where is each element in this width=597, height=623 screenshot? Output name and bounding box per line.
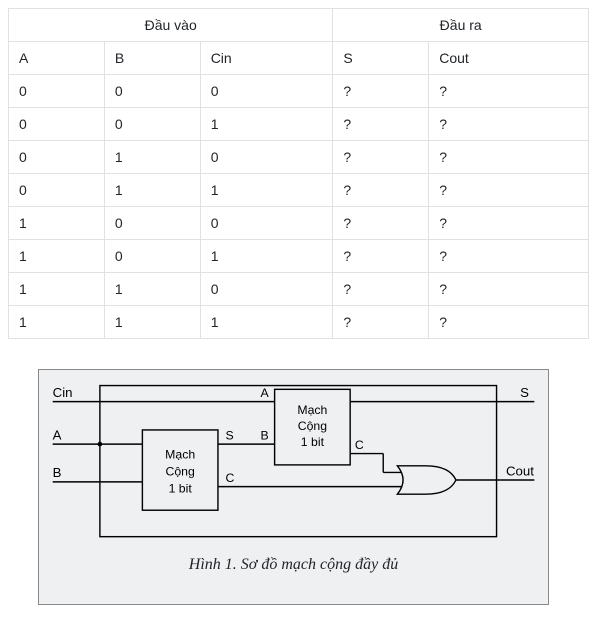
table-row: 110?? [9, 273, 589, 306]
label-b: B [53, 465, 62, 480]
ha2-line1: Mạch [297, 403, 327, 417]
col-cin: Cin [200, 42, 333, 75]
table-row: 101?? [9, 240, 589, 273]
label-s: S [520, 385, 529, 400]
table-row: 100?? [9, 207, 589, 240]
figure-caption: Hình 1. Sơ đồ mạch cộng đầy đủ [43, 556, 544, 574]
ha1-c-label: C [226, 471, 235, 485]
col-b: B [104, 42, 200, 75]
label-cout: Cout [506, 463, 534, 478]
label-cin: Cin [53, 385, 73, 400]
table-row: 010?? [9, 141, 589, 174]
col-s: S [333, 42, 429, 75]
ha1-line3: 1 bit [169, 481, 193, 495]
table-header-row: A B Cin S Cout [9, 42, 589, 75]
table-row: 111?? [9, 306, 589, 339]
ha1-s-label: S [226, 428, 234, 442]
or-gate-icon [397, 466, 456, 494]
table-body: 000?? 001?? 010?? 011?? 100?? 101?? 110?… [9, 75, 589, 339]
ha2-port-b: B [260, 428, 268, 442]
table-row: 001?? [9, 108, 589, 141]
table-group-row: Đầu vào Đầu ra [9, 9, 589, 42]
diagram-frame: Cin A A B Mạch Cộng 1 bit S B C Mạch Cộn… [38, 369, 549, 605]
ha2-c-label: C [355, 438, 364, 452]
full-adder-diagram: Cin A A B Mạch Cộng 1 bit S B C Mạch Cộn… [43, 378, 544, 548]
ha2-line3: 1 bit [301, 435, 325, 449]
ha2-port-a: A [260, 386, 269, 400]
ha1-line2: Cộng [166, 464, 196, 478]
header-outputs: Đầu ra [333, 9, 589, 42]
table-row: 000?? [9, 75, 589, 108]
ha2-line2: Cộng [298, 419, 328, 433]
header-inputs: Đầu vào [9, 9, 333, 42]
truth-table: Đầu vào Đầu ra A B Cin S Cout 000?? 001?… [8, 8, 589, 339]
diagram-container: Cin A A B Mạch Cộng 1 bit S B C Mạch Cộn… [8, 359, 589, 615]
label-a: A [53, 427, 62, 442]
col-cout: Cout [429, 42, 589, 75]
ha1-line1: Mạch [165, 447, 195, 461]
col-a: A [9, 42, 105, 75]
table-row: 011?? [9, 174, 589, 207]
wire-node [98, 442, 103, 447]
